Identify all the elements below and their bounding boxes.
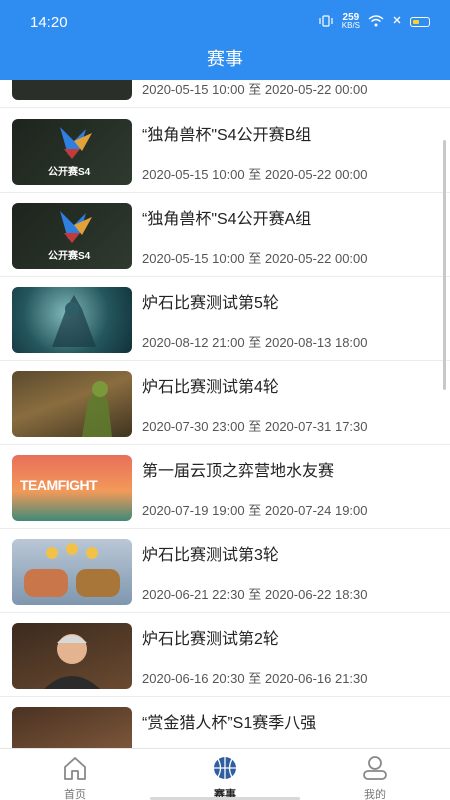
tab-events[interactable]: 赛事 [175, 755, 275, 800]
event-thumbnail: 公开赛S4 [12, 203, 132, 269]
event-date: 2020-07-19 19:00 至 2020-07-24 19:00 [142, 503, 368, 518]
event-thumbnail: 公开赛S4 [12, 119, 132, 185]
event-item[interactable]: TEAMFIGHT 第一届云顶之弈营地水友赛 2020-07-19 19:00 … [0, 445, 450, 529]
bottom-tab-bar: 首页 赛事 我的 [0, 748, 450, 800]
battery-icon [410, 17, 430, 27]
event-title: 炉石比赛测试第3轮 [142, 547, 279, 564]
page-title: 赛事 [207, 49, 243, 69]
event-title: 炉石比赛测试第2轮 [142, 631, 279, 648]
event-title: “独角兽杯"S4公开赛B组 [142, 127, 312, 144]
event-title: “赏金猎人杯”S1赛季八强 [142, 715, 317, 732]
basketball-icon [214, 757, 236, 779]
event-date: 2020-05-15 10:00 至 2020-05-22 00:00 [142, 167, 368, 182]
status-time: 14:20 [30, 14, 68, 31]
tab-mine-label: 我的 [364, 789, 386, 800]
event-thumbnail [12, 287, 132, 353]
event-title: 炉石比赛测试第4轮 [142, 379, 279, 396]
event-date: 2020-06-16 20:30 至 2020-06-16 21:30 [142, 671, 368, 686]
event-logo-text: TEAMFIGHT [20, 477, 98, 493]
event-item[interactable]: 炉石比赛测试第5轮 2020-08-12 21:00 至 2020-08-13 … [0, 277, 450, 361]
wifi-icon [368, 15, 384, 29]
status-icons: 259 KB/S [318, 13, 430, 30]
status-bar: 14:20 259 KB/S [0, 0, 450, 44]
event-item[interactable]: 炉石比赛测试第4轮 2020-07-30 23:00 至 2020-07-31 … [0, 361, 450, 445]
vibrate-icon [318, 15, 334, 29]
event-title: “独角兽杯"S4公开赛A组 [142, 211, 312, 228]
network-speed: 259 KB/S [341, 13, 360, 30]
event-date: 2020-08-12 21:00 至 2020-08-13 18:00 [142, 335, 368, 350]
scrollbar[interactable] [443, 140, 446, 390]
event-logo-text: 公开赛S4 [48, 167, 91, 178]
event-date: 2020-07-30 23:00 至 2020-07-31 17:30 [142, 419, 368, 434]
event-thumbnail [12, 539, 132, 605]
event-item[interactable]: 炉石比赛测试第2轮 2020-06-16 20:30 至 2020-06-16 … [0, 613, 450, 697]
event-thumbnail: TEAMFIGHT [12, 455, 132, 521]
event-item[interactable]: 公开赛S4 “独角兽杯"S4公开赛B组 2020-05-15 10:00 至 2… [0, 109, 450, 193]
event-date: 2020-06-21 22:30 至 2020-06-22 18:30 [142, 587, 368, 602]
event-thumbnail [12, 371, 132, 437]
event-list[interactable]: 2020-05-15 10:00 至 2020-05-22 00:00 公开赛S… [0, 80, 450, 748]
event-title: 第一届云顶之弈营地水友赛 [142, 463, 335, 480]
event-item[interactable]: 公开赛S4 “独角兽杯"S4公开赛A组 2020-05-15 10:00 至 2… [0, 193, 450, 277]
event-item[interactable]: 炉石比赛测试第3轮 2020-06-21 22:30 至 2020-06-22 … [0, 529, 450, 613]
event-date: 2020-05-15 10:00 至 2020-05-22 00:00 [142, 82, 368, 97]
event-item[interactable]: “赏金猎人杯”S1赛季八强 [0, 697, 450, 748]
monster-art-icon [52, 295, 96, 347]
tab-mine[interactable]: 我的 [325, 755, 425, 800]
event-thumbnail [12, 80, 132, 100]
event-thumbnail [12, 623, 132, 689]
no-signal-icon [392, 15, 402, 29]
event-item[interactable]: 2020-05-15 10:00 至 2020-05-22 00:00 [0, 80, 450, 108]
portrait-photo-icon [44, 634, 100, 689]
network-speed-unit: KB/S [341, 21, 360, 30]
event-title: 炉石比赛测试第5轮 [142, 295, 279, 312]
home-icon [64, 757, 86, 780]
event-date: 2020-05-15 10:00 至 2020-05-22 00:00 [142, 251, 368, 266]
person-icon [363, 756, 387, 780]
event-thumbnail [12, 707, 132, 748]
app-bar: 赛事 [0, 44, 450, 80]
tab-home[interactable]: 首页 [25, 755, 125, 800]
tab-home-label: 首页 [64, 789, 86, 800]
event-logo-text: 公开赛S4 [48, 251, 91, 262]
fist-bump-art-icon [24, 543, 120, 597]
tree-creature-art-icon [82, 381, 112, 437]
